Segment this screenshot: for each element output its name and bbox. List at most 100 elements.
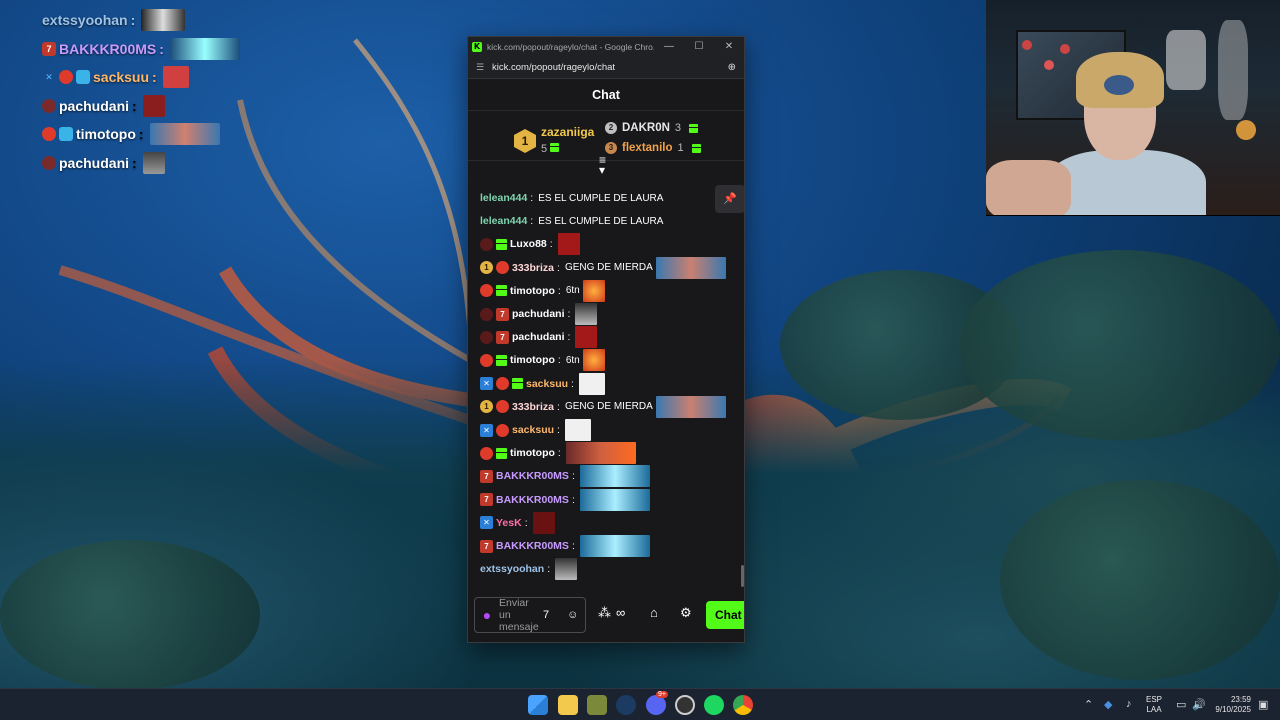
- chat-emote[interactable]: [564, 419, 591, 441]
- red-badge-icon[interactable]: [480, 353, 493, 367]
- chat-emote[interactable]: [565, 442, 636, 465]
- gift-badge-icon[interactable]: [496, 285, 507, 297]
- sword-badge-icon[interactable]: ✕: [480, 516, 493, 530]
- chat-message[interactable]: 7 BAKKKR00MS:: [480, 488, 650, 511]
- chat-message[interactable]: 7 pachudani:: [480, 326, 598, 349]
- chat-emote[interactable]: [575, 326, 598, 349]
- obs-icon[interactable]: [675, 695, 695, 715]
- close-icon[interactable]: ✕: [714, 37, 744, 57]
- chat-message[interactable]: timotopo:: [480, 442, 636, 465]
- chat-message[interactable]: ✕ YesK:: [480, 511, 555, 534]
- 7tv-badge-icon[interactable]: 7: [480, 493, 493, 507]
- leaderboard-second[interactable]: 2 DAKR0N 3: [605, 122, 699, 134]
- gift-badge-icon[interactable]: [496, 238, 507, 250]
- chat-username[interactable]: lelean444: [480, 215, 527, 227]
- red-badge-icon[interactable]: [496, 423, 509, 437]
- kicks-icon[interactable]: ⁂: [598, 605, 611, 621]
- chat-username[interactable]: YesK: [496, 517, 522, 529]
- browser-popout-window[interactable]: K kick.com/popout/rageylo/chat - Google …: [467, 36, 745, 643]
- mic-tray-icon[interactable]: ♪: [1126, 698, 1132, 710]
- microphone-icon[interactable]: ●: [475, 607, 499, 623]
- start-button-icon[interactable]: [528, 695, 548, 715]
- chat-emote[interactable]: [579, 465, 650, 488]
- skull-badge-icon[interactable]: [480, 237, 493, 251]
- maximize-icon[interactable]: ☐: [684, 37, 714, 57]
- volume-icon[interactable]: 🔊: [1192, 698, 1206, 711]
- leaderboard-third[interactable]: 3 flextanilo 1: [605, 142, 701, 154]
- chat-message[interactable]: timotopo:6tn: [480, 349, 605, 372]
- chat-username[interactable]: pachudani: [512, 331, 565, 343]
- chat-username[interactable]: pachudani: [512, 308, 565, 320]
- chat-emote[interactable]: [579, 488, 650, 511]
- chat-username[interactable]: sacksuu: [512, 424, 554, 436]
- leaderboard-first[interactable]: 1 zazaniiga 5: [514, 125, 594, 157]
- chat-message[interactable]: ✕ sacksuu:: [480, 372, 605, 395]
- 7tv-badge-icon[interactable]: 7: [480, 539, 493, 553]
- skull-badge-icon[interactable]: [480, 330, 493, 344]
- one-badge-icon[interactable]: 1: [480, 261, 493, 275]
- chat-username[interactable]: timotopo: [510, 285, 555, 297]
- chat-username[interactable]: Luxo88: [510, 238, 547, 250]
- sword-badge-icon[interactable]: ✕: [480, 423, 493, 437]
- chat-message[interactable]: Luxo88:: [480, 233, 580, 256]
- store-icon[interactable]: ⌂: [650, 605, 658, 620]
- chat-message[interactable]: 1 333briza: GENG DE MIERDA: [480, 256, 726, 279]
- red-badge-icon[interactable]: [480, 446, 493, 460]
- window-titlebar[interactable]: K kick.com/popout/rageylo/chat - Google …: [468, 37, 744, 57]
- 7tv-badge-icon[interactable]: 7: [496, 330, 509, 344]
- message-input-placeholder[interactable]: Enviar un mensaje: [499, 597, 541, 633]
- chat-message[interactable]: 1 333briza: GENG DE MIERDA: [480, 395, 726, 418]
- network-icon[interactable]: ▭: [1176, 698, 1186, 711]
- minimize-icon[interactable]: —: [654, 37, 684, 57]
- file-explorer-icon[interactable]: [558, 695, 578, 715]
- system-clock[interactable]: 23:59 9/10/2025: [1209, 695, 1251, 715]
- 7tv-badge-icon[interactable]: 7: [480, 469, 493, 483]
- chat-emote[interactable]: [555, 558, 578, 581]
- discord-icon[interactable]: [646, 695, 666, 715]
- sword-badge-icon[interactable]: ✕: [480, 377, 493, 391]
- chat-message[interactable]: extssyoohan:: [480, 558, 578, 581]
- chat-username[interactable]: 333briza: [512, 262, 554, 274]
- send-chat-button[interactable]: Chat: [706, 601, 744, 629]
- gift-badge-icon[interactable]: [496, 447, 507, 459]
- chat-scrollbar[interactable]: [741, 565, 744, 587]
- chat-emote[interactable]: [582, 279, 605, 302]
- red-badge-icon[interactable]: [496, 400, 509, 414]
- notifications-icon[interactable]: ▣: [1258, 698, 1268, 711]
- collapse-leaderboard-icon[interactable]: ≡ ▾: [599, 154, 606, 176]
- one-badge-icon[interactable]: 1: [480, 400, 493, 414]
- chat-message[interactable]: 7 pachudani:: [480, 303, 598, 325]
- tray-expand-icon[interactable]: ⌃: [1084, 698, 1093, 711]
- address-bar[interactable]: ☰ kick.com/popout/rageylo/chat ⊕: [468, 57, 744, 79]
- chat-emote[interactable]: [532, 511, 555, 534]
- steam-icon[interactable]: [616, 695, 636, 715]
- chat-message[interactable]: lelean444: ES EL CUMPLE DE LAURA: [480, 187, 663, 209]
- chat-emote[interactable]: [578, 372, 605, 395]
- chat-message[interactable]: timotopo:6tn: [480, 279, 605, 302]
- url-text[interactable]: kick.com/popout/rageylo/chat: [492, 62, 728, 73]
- red-badge-icon[interactable]: [480, 284, 493, 298]
- chat-username[interactable]: BAKKKR00MS: [496, 494, 569, 506]
- chat-message[interactable]: 7 BAKKKR00MS:: [480, 465, 650, 488]
- chat-message[interactable]: lelean444: ES EL CUMPLE DE LAURA: [480, 210, 663, 232]
- 7tv-emote-icon[interactable]: 7: [543, 609, 549, 621]
- chat-username[interactable]: extssyoohan: [480, 563, 544, 575]
- chat-emote[interactable]: [575, 303, 598, 325]
- chat-username[interactable]: 333briza: [512, 401, 554, 413]
- chat-username[interactable]: sacksuu: [526, 378, 568, 390]
- chat-username[interactable]: timotopo: [510, 354, 555, 366]
- chat-message-list[interactable]: lelean444: ES EL CUMPLE DE LAURA lelean444…: [468, 187, 744, 587]
- spotify-icon[interactable]: [704, 695, 724, 715]
- site-settings-icon[interactable]: ☰: [476, 62, 492, 73]
- skull-badge-icon[interactable]: [480, 307, 493, 321]
- gift-badge-icon[interactable]: [496, 354, 507, 366]
- chat-emote[interactable]: [655, 395, 726, 418]
- chat-username[interactable]: lelean444: [480, 192, 527, 204]
- chat-message[interactable]: 7 BAKKKR00MS:: [480, 535, 650, 557]
- red-badge-icon[interactable]: [496, 377, 509, 391]
- game-launcher-icon[interactable]: [587, 695, 607, 715]
- 7tv-badge-icon[interactable]: 7: [496, 307, 509, 321]
- chrome-icon[interactable]: [733, 695, 753, 715]
- settings-gear-icon[interactable]: ⚙: [680, 605, 692, 621]
- security-icon[interactable]: ◆: [1104, 698, 1112, 711]
